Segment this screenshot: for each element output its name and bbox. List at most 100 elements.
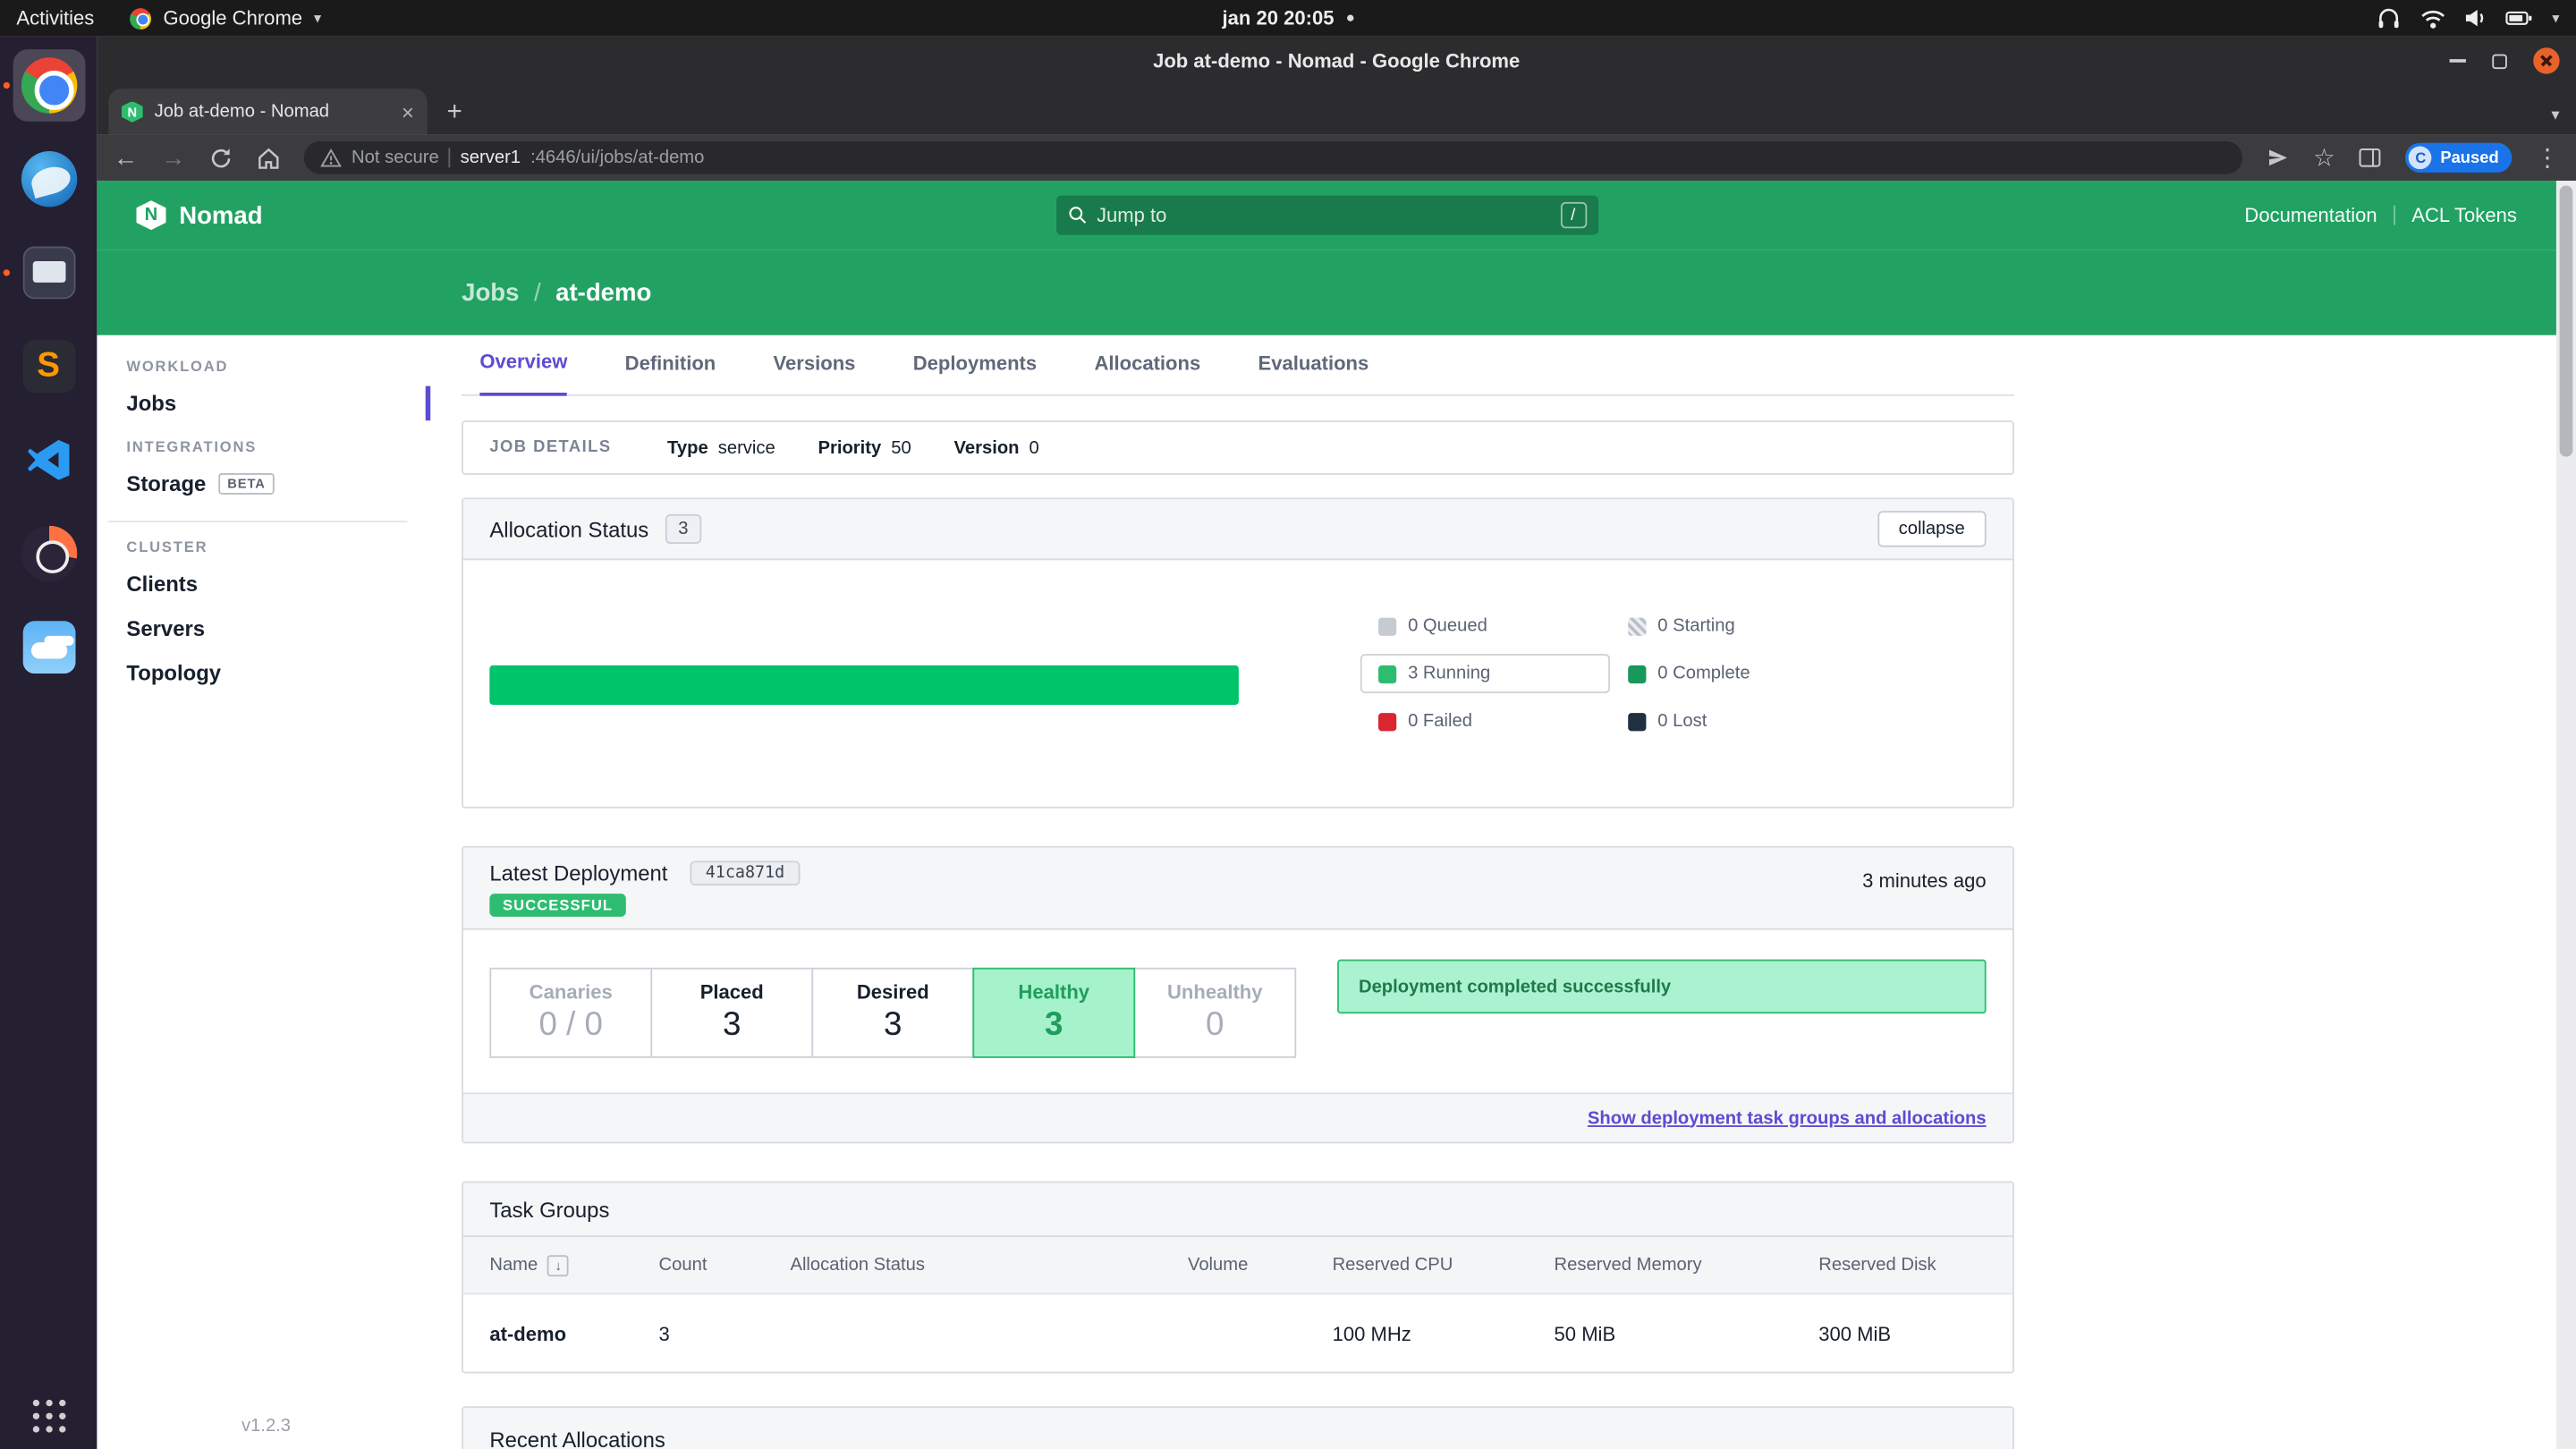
nomad-logo-icon: N [136,200,166,231]
task-groups-header-row: Name ↓ Count Allocation Status Volume Re… [462,1237,2012,1295]
nomad-favicon-icon: N [121,100,143,123]
address-bar[interactable]: Not secure server1 :4646/ui/jobs/at-demo [303,140,2243,174]
legend-starting[interactable]: 0 Starting [1610,606,1860,646]
jump-to-search[interactable]: / [1055,195,1598,235]
task-group-name[interactable]: at-demo [489,1322,658,1345]
send-tab-icon[interactable] [2266,146,2291,169]
sidebar-item-servers[interactable]: Servers [97,606,430,651]
side-panel-icon[interactable] [2358,146,2383,169]
sidebar-item-jobs[interactable]: Jobs [97,381,431,426]
priority-label: Priority [818,437,882,458]
dock-vscode[interactable] [13,424,85,496]
tab-allocations[interactable]: Allocations [1094,352,1200,394]
dock-sublime[interactable]: S [13,330,85,402]
legend-lost[interactable]: 0 Lost [1610,701,1860,741]
activities-button[interactable]: Activities [16,6,94,30]
col-count[interactable]: Count [659,1255,791,1275]
recent-allocations-panel: Recent Allocations [462,1406,2014,1449]
media-player-icon [20,525,77,582]
tab-evaluations[interactable]: Evaluations [1258,352,1369,394]
avatar: C [2409,146,2433,170]
close-button[interactable] [2533,47,2560,74]
task-group-cpu: 100 MHz [1332,1321,1411,1345]
tab-versions[interactable]: Versions [774,352,856,394]
battery-icon [2506,11,2533,25]
reload-button[interactable] [208,146,233,171]
sidebar-item-storage[interactable]: Storage BETA [97,462,430,506]
sidebar-item-topology[interactable]: Topology [97,650,430,695]
window-title: Job at-demo - Nomad - Google Chrome [1153,49,1521,72]
search-input[interactable] [1097,203,1550,227]
system-tray[interactable]: ▾ [2377,6,2560,30]
home-button[interactable] [257,146,282,171]
task-group-row[interactable]: at-demo 3 100 MHz 50 MiB 300 MiB [463,1294,2012,1371]
tab-definition[interactable]: Definition [625,352,716,394]
running-allocations-bar[interactable] [489,665,1239,705]
clock[interactable]: jan 20 20:05 [1222,6,1354,30]
page-viewport: N Nomad / Documentation ACL Tokens Jobs … [97,181,2556,1449]
dock-chrome[interactable] [2,49,85,122]
allocation-status-title: Allocation Status [489,516,649,542]
sort-icon[interactable]: ↓ [547,1254,570,1276]
metric-healthy: Healthy 3 [972,967,1136,1058]
dock-weather[interactable] [13,611,85,683]
sidebar-item-clients[interactable]: Clients [97,562,430,606]
col-volume[interactable]: Volume [1188,1255,1333,1275]
tab-close-icon[interactable]: × [402,101,414,123]
sidebar: WORKLOAD Jobs INTEGRATIONS Storage BETA … [97,335,431,1449]
job-tabs: Overview Definition Versions Deployments… [462,335,2014,396]
task-groups-panel: Task Groups Name ↓ Count Allocation Stat… [462,1181,2014,1374]
show-applications-icon[interactable] [31,1399,65,1433]
new-tab-button[interactable]: + [447,98,462,128]
bookmark-star-icon[interactable]: ☆ [2313,146,2335,171]
legend-complete[interactable]: 0 Complete [1610,654,1860,693]
nomad-brand[interactable]: N Nomad [136,200,263,231]
restore-button[interactable] [2492,53,2507,69]
collapse-button[interactable]: collapse [1877,511,1987,547]
window-titlebar[interactable]: Job at-demo - Nomad - Google Chrome [97,36,2576,86]
app-menu-label: Google Chrome [163,6,303,30]
allocation-legend: 0 Queued 0 Starting 3 Running 0 Complete… [1360,606,1860,741]
sidebar-divider [108,521,408,523]
legend-running[interactable]: 3 Running [1360,654,1610,694]
acl-tokens-link[interactable]: ACL Tokens [2411,204,2517,227]
version-label: v1.2.3 [242,1416,292,1436]
browser-tab[interactable]: N Job at-demo - Nomad × [108,89,428,135]
forward-button[interactable]: → [161,146,186,171]
thunderbird-icon [20,150,77,208]
sync-status-badge: Paused [2440,148,2499,167]
browser-window: Job at-demo - Nomad - Google Chrome N Jo… [97,36,2576,1449]
show-deployment-link[interactable]: Show deployment task groups and allocati… [1588,1108,1987,1128]
col-allocation-status[interactable]: Allocation Status [790,1255,1187,1275]
app-menu[interactable]: Google Chrome ▾ [130,6,321,30]
complete-swatch-icon [1628,664,1647,683]
tab-title: Job at-demo - Nomad [154,101,330,122]
tab-search-chevron-icon[interactable]: ▾ [2551,106,2559,124]
col-reserved-disk[interactable]: Reserved Disk [1818,1255,1986,1275]
browser-menu-icon[interactable]: ⋮ [2535,146,2560,171]
profile-chip[interactable]: C Paused [2405,142,2512,173]
workload-section-label: WORKLOAD [126,358,229,375]
dock-terminal[interactable] [2,236,85,309]
weather-icon [21,621,75,674]
back-button[interactable]: ← [114,146,139,171]
dock-media-player[interactable] [13,518,85,590]
priority-value: 50 [891,437,911,458]
col-name[interactable]: Name [489,1255,538,1275]
legend-failed[interactable]: 0 Failed [1360,701,1610,741]
task-group-memory: 50 MiB [1554,1321,1616,1345]
dock-thunderbird[interactable] [13,143,85,216]
minimize-button[interactable] [2449,59,2466,63]
col-reserved-memory[interactable]: Reserved Memory [1555,1255,1819,1275]
documentation-link[interactable]: Documentation [2244,204,2377,227]
screen: Activities Google Chrome ▾ jan 20 20:05 … [0,0,2576,1449]
task-group-count: 3 [658,1321,670,1345]
page-scrollbar[interactable] [2555,181,2576,1449]
tab-deployments[interactable]: Deployments [913,352,1037,394]
legend-queued[interactable]: 0 Queued [1360,606,1610,646]
col-reserved-cpu[interactable]: Reserved CPU [1333,1255,1555,1275]
scrollbar-thumb[interactable] [2559,185,2573,457]
breadcrumb-jobs-link[interactable]: Jobs [462,278,519,306]
tab-overview[interactable]: Overview [479,350,568,396]
clock-label: jan 20 20:05 [1222,6,1335,30]
